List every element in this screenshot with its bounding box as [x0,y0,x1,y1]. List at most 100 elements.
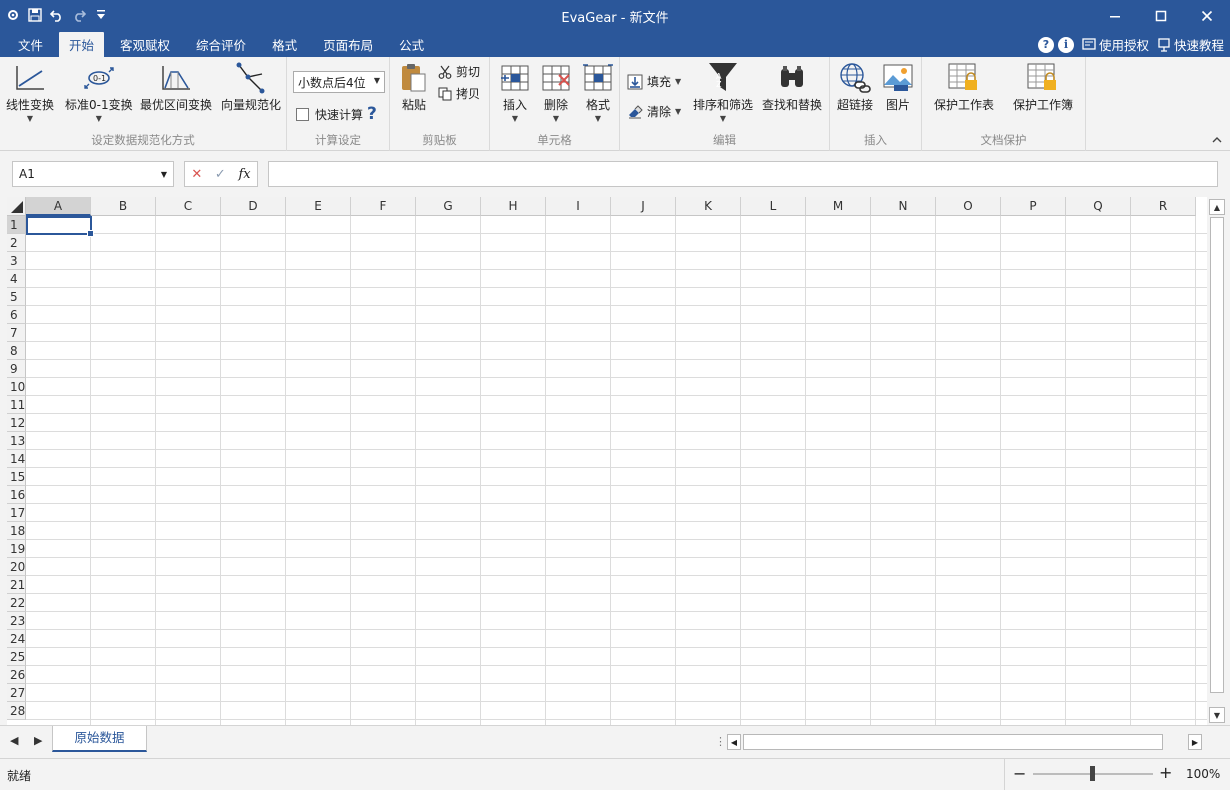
cell-area[interactable] [26,216,1207,725]
cancel-formula-icon[interactable]: ✕ [191,167,202,182]
row-header[interactable]: 10 [7,378,26,396]
row-header[interactable]: 22 [7,594,26,612]
help-icon[interactable]: ? [1037,36,1054,53]
find-replace-button[interactable]: 查找和替换 [762,61,822,113]
row-header[interactable]: 11 [7,396,26,414]
sheet-tab-raw-data[interactable]: 原始数据 [52,726,147,752]
insert-cells-button[interactable]: 插入 ▼ [498,61,532,123]
scroll-left-icon[interactable]: ◀ [727,734,741,750]
linear-transform-button[interactable]: 线性变换 ▼ [6,61,54,123]
column-header[interactable]: I [546,197,611,216]
scroll-right-icon[interactable]: ▶ [1188,734,1202,750]
row-header[interactable]: 3 [7,252,26,270]
hyperlink-button[interactable]: 超链接 [837,61,873,113]
optimal-interval-button[interactable]: 最优区间变换 [140,61,212,113]
column-header[interactable]: H [481,197,546,216]
column-header[interactable]: P [1001,197,1066,216]
cut-button[interactable]: 剪切 [438,63,480,80]
row-header[interactable]: 26 [7,666,26,684]
fast-calc-checkbox-row[interactable]: 快速计算 ? [296,104,377,124]
maximize-icon[interactable] [1138,0,1184,32]
delete-cells-button[interactable]: 删除 ▼ [539,61,573,123]
vertical-scrollbar[interactable]: ▲ ▼ [1208,197,1226,725]
tab-formulas[interactable]: 公式 [389,32,434,57]
zoom-in-button[interactable]: + [1159,763,1172,782]
insert-function-button[interactable]: fx [238,167,250,182]
column-header[interactable]: G [416,197,481,216]
row-header[interactable]: 21 [7,576,26,594]
column-header[interactable]: A [26,197,91,216]
protect-sheet-button[interactable]: 保护工作表 [934,61,994,113]
row-header[interactable]: 23 [7,612,26,630]
column-header[interactable]: B [91,197,156,216]
fill-button[interactable]: 填充 ▼ [627,73,681,90]
tab-home[interactable]: 开始 [59,32,105,57]
row-header[interactable]: 15 [7,468,26,486]
vertical-scroll-thumb[interactable] [1210,217,1224,693]
row-header[interactable]: 12 [7,414,26,432]
next-sheet-icon[interactable]: ▶ [34,734,42,747]
row-header[interactable]: 28 [7,702,26,720]
clear-button[interactable]: 清除 ▼ [627,103,681,120]
scroll-down-icon[interactable]: ▼ [1209,707,1225,723]
horizontal-scrollbar[interactable]: ◀ ▶ [727,734,1202,750]
column-header[interactable]: K [676,197,741,216]
zoom-slider-knob[interactable] [1090,766,1095,781]
select-all-corner[interactable] [7,197,26,216]
row-header[interactable]: 16 [7,486,26,504]
column-header[interactable]: N [871,197,936,216]
name-box[interactable]: A1 ▼ [12,161,174,187]
tab-page-layout[interactable]: 页面布局 [313,32,383,57]
minimize-icon[interactable] [1092,0,1138,32]
question-icon[interactable]: ? [367,104,377,124]
column-header[interactable]: C [156,197,221,216]
split-handle-icon[interactable]: ⋮ [715,735,726,748]
picture-button[interactable]: 图片 [881,61,915,113]
row-header[interactable]: 4 [7,270,26,288]
row-header[interactable]: 2 [7,234,26,252]
scroll-up-icon[interactable]: ▲ [1209,199,1225,215]
row-header[interactable]: 18 [7,522,26,540]
horizontal-scroll-thumb[interactable] [743,734,1163,750]
row-header[interactable]: 14 [7,450,26,468]
zoom-out-button[interactable]: − [1013,764,1026,783]
row-header[interactable]: 7 [7,324,26,342]
row-header[interactable]: 6 [7,306,26,324]
paste-button[interactable]: 粘贴 [397,61,431,113]
row-header[interactable]: 17 [7,504,26,522]
column-header[interactable]: R [1131,197,1196,216]
format-cells-button[interactable]: 格式 ▼ [581,61,615,123]
row-header[interactable]: 13 [7,432,26,450]
chevron-down-icon[interactable]: ▼ [161,170,167,179]
license-link[interactable]: 使用授权 [1082,35,1149,54]
row-header[interactable]: 8 [7,342,26,360]
row-header[interactable]: 5 [7,288,26,306]
row-header[interactable]: 27 [7,684,26,702]
column-header[interactable]: L [741,197,806,216]
fast-calc-checkbox[interactable] [296,107,309,121]
standard-01-button[interactable]: 0-1 标准0-1变换 ▼ [65,61,133,123]
confirm-formula-icon[interactable]: ✓ [215,167,226,182]
info-icon[interactable]: i [1057,36,1074,53]
vector-normalize-button[interactable]: 向量规范化 [221,61,281,113]
row-header[interactable]: 9 [7,360,26,378]
column-header[interactable]: Q [1066,197,1131,216]
row-header[interactable]: 25 [7,648,26,666]
zoom-level[interactable]: 100% [1186,767,1220,781]
row-header[interactable]: 19 [7,540,26,558]
column-header[interactable]: E [286,197,351,216]
row-header[interactable]: 20 [7,558,26,576]
column-header[interactable]: O [936,197,1001,216]
protect-workbook-button[interactable]: 保护工作簿 [1013,61,1073,113]
tab-comprehensive-evaluation[interactable]: 综合评价 [186,32,256,57]
sort-filter-button[interactable]: AZ 排序和筛选 ▼ [693,61,753,123]
formula-input[interactable] [268,161,1218,187]
column-header[interactable]: F [351,197,416,216]
active-cell[interactable] [26,216,94,237]
tab-format[interactable]: 格式 [262,32,307,57]
copy-button[interactable]: 拷贝 [438,85,480,102]
collapse-ribbon-icon[interactable] [1212,136,1222,147]
prev-sheet-icon[interactable]: ◀ [10,734,18,747]
row-header[interactable]: 24 [7,630,26,648]
column-header[interactable]: J [611,197,676,216]
